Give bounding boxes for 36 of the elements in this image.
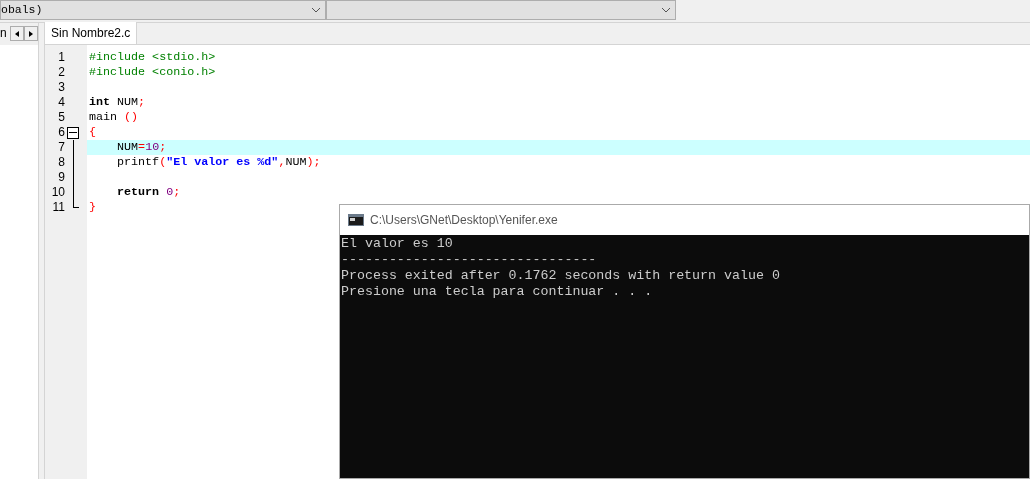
line-number: 9 — [57, 170, 65, 185]
console-app-icon — [348, 214, 364, 226]
console-output-line: -------------------------------- — [341, 252, 598, 268]
code-line: #include <conio.h> — [88, 65, 217, 80]
window-title: C:\Users\GNet\Desktop\Yenifer.exe — [370, 212, 558, 229]
chevron-down-icon — [661, 7, 671, 13]
code-line: #include <stdio.h> — [88, 50, 217, 65]
left-arrow-icon — [14, 30, 19, 37]
line-number: 4 — [57, 95, 65, 110]
code-line: int NUM; — [88, 95, 147, 110]
console-output-line: Process exited after 0.1762 seconds with return value 0 — [341, 268, 781, 284]
right-arrow-icon — [28, 30, 33, 37]
dropdown-field[interactable] — [326, 0, 676, 20]
dropdown-value: obals) — [1, 2, 43, 19]
line-number: 7 — [57, 140, 65, 155]
file-tab[interactable]: Sin Nombre2.c — [45, 22, 138, 44]
line-number: 10 — [50, 185, 65, 200]
line-number: 3 — [57, 80, 65, 95]
line-number: 1 — [57, 50, 65, 65]
line-number: 8 — [57, 155, 65, 170]
scroll-left-button[interactable] — [9, 26, 24, 41]
line-number: 6 — [57, 125, 65, 140]
code-line: } — [88, 200, 97, 215]
code-line: main () — [88, 110, 140, 125]
panel-tab[interactable]: n — [0, 26, 7, 40]
line-number: 11 — [51, 200, 65, 215]
console-output-line: El valor es 10 — [341, 236, 454, 252]
code-line: return 0; — [116, 185, 182, 200]
code-line: { — [88, 125, 97, 140]
fold-toggle-icon[interactable] — [67, 126, 79, 139]
line-number: 2 — [57, 65, 65, 80]
line-number: 5 — [57, 110, 65, 125]
code-line: printf("El valor es %d",NUM); — [116, 155, 322, 170]
dropdown-field[interactable]: obals) — [0, 0, 326, 20]
chevron-down-icon — [311, 7, 321, 13]
console-output-line: Presione una tecla para continuar . . . — [341, 284, 654, 300]
